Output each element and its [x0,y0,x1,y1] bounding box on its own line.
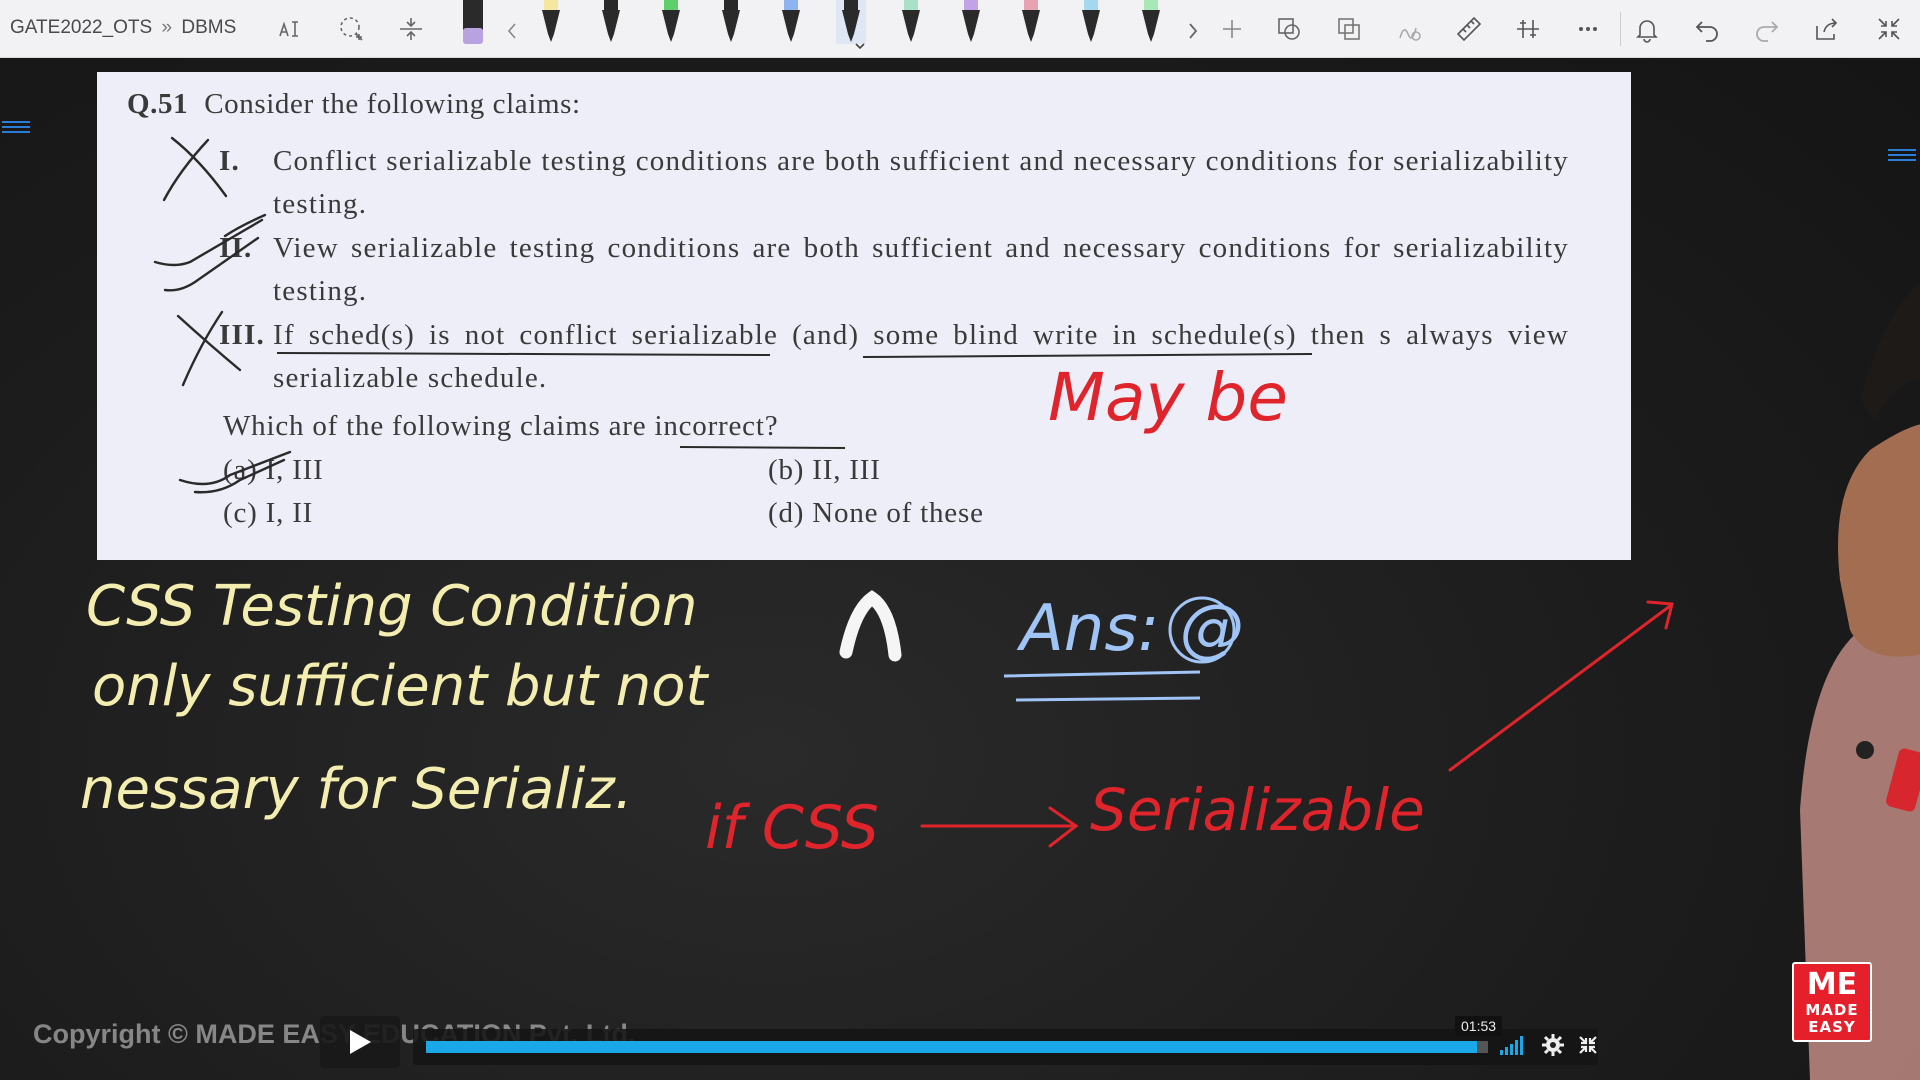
ink-to-shape-icon[interactable] [1332,12,1366,46]
yellow-note-line2: only sufficient but not [92,654,709,719]
adjust-icon[interactable] [1511,12,1545,46]
breadcrumb[interactable]: GATE2022_OTS » DBMS [10,17,236,39]
undo-icon[interactable] [1690,12,1724,46]
pen-1-icon[interactable] [536,0,566,50]
fullscreen-icon[interactable] [1872,12,1906,46]
claim-number: II. [219,232,253,264]
chevron-left-icon[interactable] [502,14,522,48]
chevron-right-icon[interactable] [1183,14,1203,48]
ruler-icon[interactable] [1452,12,1486,46]
pen-2-icon[interactable] [596,0,626,50]
answer-underline [1003,670,1201,702]
claim-text: Conflict serializable testing conditions… [273,145,1569,220]
pen-6-icon[interactable] [836,0,866,50]
fullscreen-exit-icon[interactable] [1578,1035,1598,1055]
pen-7-icon[interactable] [896,0,926,50]
breadcrumb-separator: » [161,17,173,38]
answer-circle [1168,596,1236,664]
claim-number: I. [219,145,240,177]
play-button[interactable] [320,1016,400,1068]
right-panel-handle-icon[interactable] [1888,146,1916,164]
progress-fill [426,1041,1478,1053]
presenter-figure [1800,282,1920,1080]
timestamp-tooltip: 01:53 [1455,1016,1503,1036]
option-text: I, III [265,454,324,486]
option-label: (d) [768,497,805,529]
option-c: (c) I, II [223,497,313,530]
left-panel-handle-icon[interactable] [2,118,30,136]
volume-icon[interactable] [1500,1035,1528,1055]
notification-icon[interactable] [1630,12,1664,46]
red-note-serializable: Serializable [1090,776,1425,844]
option-a: (a) I, III [223,454,324,487]
breadcrumb-page[interactable]: DBMS [181,17,236,38]
option-text: I, II [265,497,314,529]
pen-10-icon[interactable] [1076,0,1106,50]
option-d: (d) None of these [768,497,984,530]
option-label: (c) [223,497,258,529]
shape-icon[interactable] [1272,12,1306,46]
insert-space-icon[interactable] [394,12,428,46]
made-easy-logo: ME MADE EASY [1792,962,1872,1042]
onenote-toolbar: GATE2022_OTS » DBMS [0,0,1920,58]
white-caret-mark [839,590,902,662]
breadcrumb-notebook[interactable]: GATE2022_OTS [10,17,152,38]
pen-11-icon[interactable] [1136,0,1166,50]
lasso-icon[interactable] [334,12,368,46]
pen-4-icon[interactable] [716,0,746,50]
option-text: II, III [812,454,881,486]
question-header: Q.51 Consider the following claims: [127,88,581,121]
yellow-note-line1: CSS Testing Condition [86,574,698,639]
pen-9-icon[interactable] [1016,0,1046,50]
claim-text: View serializable testing conditions are… [273,232,1569,307]
red-note-css: if CSS [705,793,879,863]
math-icon[interactable] [1392,12,1426,46]
control-icons [1500,1034,1598,1056]
video-control-bar [413,1029,1598,1065]
claim-text: If sched(s) is not conflict serializable… [273,319,1569,394]
claim-number: III. [219,319,265,351]
option-text: None of these [812,497,984,529]
video-frame: GATE2022_OTS » DBMS Q.51 Consider the fo… [0,0,1920,1080]
share-icon[interactable] [1810,12,1844,46]
pen-8-icon[interactable] [956,0,986,50]
logo-text-line1: MADE [1805,1001,1859,1019]
red-arrow [920,806,1079,848]
redo-icon[interactable] [1750,12,1784,46]
red-long-arrow [1448,600,1674,772]
play-icon [350,1030,371,1054]
option-label: (a) [223,454,258,486]
question-intro: Consider the following claims: [204,88,581,120]
toolbar-divider [1620,12,1621,46]
option-b: (b) II, III [768,454,881,487]
progress-bar[interactable] [426,1041,1488,1053]
add-pen-icon[interactable] [1215,12,1249,46]
question-number: Q.51 [127,88,189,120]
text-select-icon[interactable] [272,12,306,46]
option-label: (b) [768,454,805,486]
more-icon[interactable] [1571,12,1605,46]
settings-gear-icon[interactable] [1542,1034,1564,1056]
highlighter-icon[interactable] [458,0,488,50]
pen-3-icon[interactable] [656,0,686,50]
pen-5-icon[interactable] [776,0,806,50]
logo-mark-icon: ME [1806,967,1858,1002]
logo-text-line2: EASY [1808,1018,1856,1036]
yellow-note-line3: nessary for Serializ. [80,757,633,822]
sub-question: Which of the following claims are incorr… [223,410,779,442]
question-sheet: Q.51 Consider the following claims: I. Co… [97,72,1631,560]
answer-note: Ans: @ [1016,592,1244,666]
